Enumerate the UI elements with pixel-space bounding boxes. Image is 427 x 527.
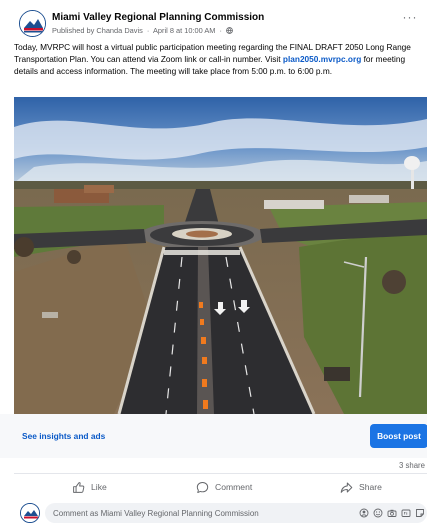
plan-link[interactable]: plan2050.mvrpc.org	[283, 54, 361, 64]
comment-input[interactable]	[53, 503, 333, 523]
meta-separator: ·	[146, 26, 150, 35]
post-header: Miami Valley Regional Planning Commissio…	[0, 0, 427, 40]
gif-icon[interactable]	[401, 508, 411, 518]
boost-post-button[interactable]: Boost post	[370, 424, 427, 448]
see-insights-link[interactable]: See insights and ads	[22, 431, 105, 441]
commenter-avatar[interactable]	[20, 503, 40, 523]
page-avatar[interactable]	[19, 10, 46, 37]
avatar-sticker-icon[interactable]	[359, 508, 369, 518]
emoji-icon[interactable]	[373, 508, 383, 518]
meta-separator: ·	[219, 26, 222, 35]
comment-composer	[0, 500, 427, 527]
sticker-icon[interactable]	[415, 508, 425, 518]
camera-icon[interactable]	[387, 508, 397, 518]
comment-box	[45, 503, 427, 523]
post-photo[interactable]	[14, 97, 427, 414]
published-by[interactable]: Published by Chanda Davis	[52, 26, 143, 35]
like-button[interactable]: Like	[72, 476, 107, 498]
post-date[interactable]: April 8 at 10:00 AM	[153, 26, 215, 35]
page-name[interactable]: Miami Valley Regional Planning Commissio…	[52, 12, 264, 23]
comment-label: Comment	[215, 482, 253, 492]
mvrpc-logo-icon	[21, 504, 39, 522]
globe-icon	[226, 27, 233, 34]
mvrpc-logo-icon	[20, 11, 45, 36]
post-text: Today, MVRPC will host a virtual public …	[14, 41, 424, 78]
comment-button[interactable]: Comment	[196, 476, 252, 498]
like-label: Like	[91, 482, 107, 492]
post-meta: Published by Chanda Davis · April 8 at 1…	[52, 26, 233, 35]
insights-bar: See insights and ads Boost post	[0, 414, 427, 458]
actions-divider	[14, 473, 427, 474]
thumbs-up-icon	[73, 481, 85, 493]
comment-bubble-icon	[196, 481, 209, 493]
share-label: Share	[359, 482, 382, 492]
share-button[interactable]: Share	[340, 476, 382, 498]
aerial-roundabout-photo	[14, 97, 427, 414]
share-arrow-icon	[340, 482, 353, 493]
share-count[interactable]: 3 share	[399, 461, 425, 470]
more-options-icon[interactable]: ···	[401, 11, 419, 26]
comment-tools	[359, 508, 425, 518]
